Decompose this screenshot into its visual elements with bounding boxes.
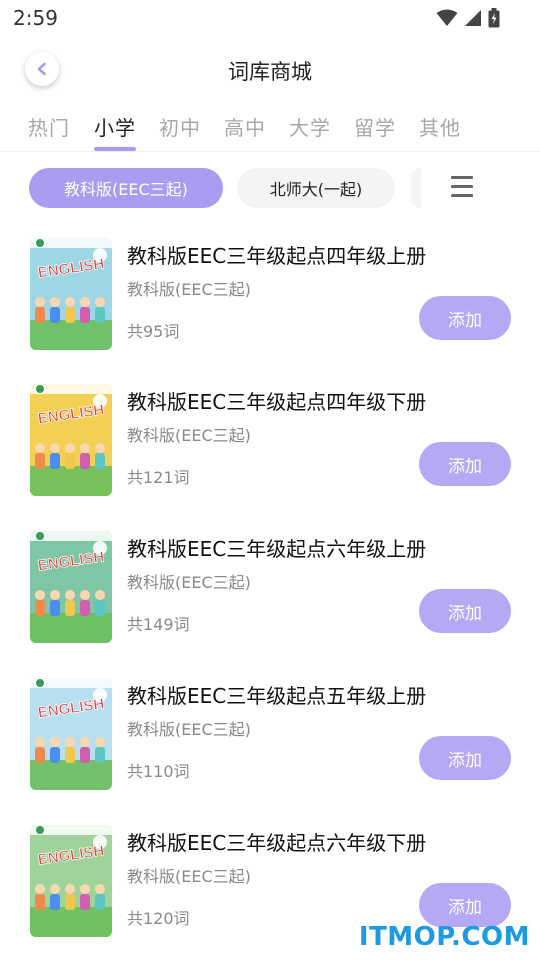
book-cover: ENGLISH xyxy=(30,238,112,350)
add-button[interactable]: 添加 xyxy=(419,296,511,340)
menu-icon[interactable] xyxy=(449,176,475,200)
book-cover: ENGLISH xyxy=(30,531,112,643)
tab-senior-high[interactable]: 高中 xyxy=(224,112,266,141)
tab-university[interactable]: 大学 xyxy=(289,112,331,141)
add-button[interactable]: 添加 xyxy=(419,736,511,780)
book-edition: 教科版(EEC三起) xyxy=(127,720,251,739)
tab-other[interactable]: 其他 xyxy=(419,112,461,141)
book-cover-illustration: ENGLISH xyxy=(30,531,112,643)
header: 词库商城 xyxy=(0,42,540,98)
wifi-icon xyxy=(436,9,458,26)
book-word-count: 共149词 xyxy=(127,615,190,634)
book-title: 教科版EEC三年级起点五年级上册 xyxy=(127,684,427,708)
book-title: 教科版EEC三年级起点六年级上册 xyxy=(127,537,427,561)
category-tabs: 热门 小学 初中 高中 大学 留学 其他 xyxy=(0,104,540,152)
book-cover: ENGLISH xyxy=(30,678,112,790)
book-item[interactable]: ENGLISH 教科版EEC三年级起点四年级上册 教科版(EEC三起) 共95词… xyxy=(0,238,540,368)
book-edition: 教科版(EEC三起) xyxy=(127,573,251,592)
filter-chip-eec[interactable]: 教科版(EEC三起) xyxy=(29,168,223,208)
add-button[interactable]: 添加 xyxy=(419,442,511,486)
book-cover-illustration: ENGLISH xyxy=(30,384,112,496)
add-button[interactable]: 添加 xyxy=(419,589,511,633)
book-word-count: 共95词 xyxy=(127,322,180,341)
book-title: 教科版EEC三年级起点六年级下册 xyxy=(127,831,427,855)
book-cover-illustration: ENGLISH xyxy=(30,678,112,790)
status-bar: 2:59 xyxy=(0,0,540,38)
book-word-count: 共121词 xyxy=(127,468,190,487)
tab-study-abroad[interactable]: 留学 xyxy=(354,112,396,141)
battery-icon xyxy=(488,8,500,28)
book-edition: 教科版(EEC三起) xyxy=(127,867,251,886)
add-button[interactable]: 添加 xyxy=(419,883,511,927)
book-item[interactable]: ENGLISH 教科版EEC三年级起点五年级上册 教科版(EEC三起) 共110… xyxy=(0,678,540,808)
cellular-signal-icon xyxy=(465,10,481,26)
book-title: 教科版EEC三年级起点四年级下册 xyxy=(127,390,427,414)
tab-hot[interactable]: 热门 xyxy=(28,112,70,141)
book-edition: 教科版(EEC三起) xyxy=(127,426,251,445)
filter-bar: 教科版(EEC三起) 北师大(一起) xyxy=(0,166,540,210)
book-title: 教科版EEC三年级起点四年级上册 xyxy=(127,244,427,268)
book-edition: 教科版(EEC三起) xyxy=(127,280,251,299)
watermark: ITMOP.COM xyxy=(358,922,530,952)
active-tab-indicator xyxy=(94,147,136,151)
tab-primary[interactable]: 小学 xyxy=(94,112,136,141)
book-cover-illustration: ENGLISH xyxy=(30,238,112,350)
book-item[interactable]: ENGLISH 教科版EEC三年级起点六年级上册 教科版(EEC三起) 共149… xyxy=(0,531,540,661)
book-cover: ENGLISH xyxy=(30,384,112,496)
filter-chip-partial[interactable] xyxy=(411,168,421,208)
page-title: 词库商城 xyxy=(228,60,312,84)
book-item[interactable]: ENGLISH 教科版EEC三年级起点四年级下册 教科版(EEC三起) 共121… xyxy=(0,384,540,514)
status-icons xyxy=(436,8,500,28)
status-time: 2:59 xyxy=(13,6,58,30)
book-word-count: 共120词 xyxy=(127,909,190,928)
book-cover: ENGLISH xyxy=(30,825,112,937)
tab-junior-high[interactable]: 初中 xyxy=(159,112,201,141)
book-word-count: 共110词 xyxy=(127,762,190,781)
filter-chip-bnu[interactable]: 北师大(一起) xyxy=(237,168,395,208)
book-cover-illustration: ENGLISH xyxy=(30,825,112,937)
